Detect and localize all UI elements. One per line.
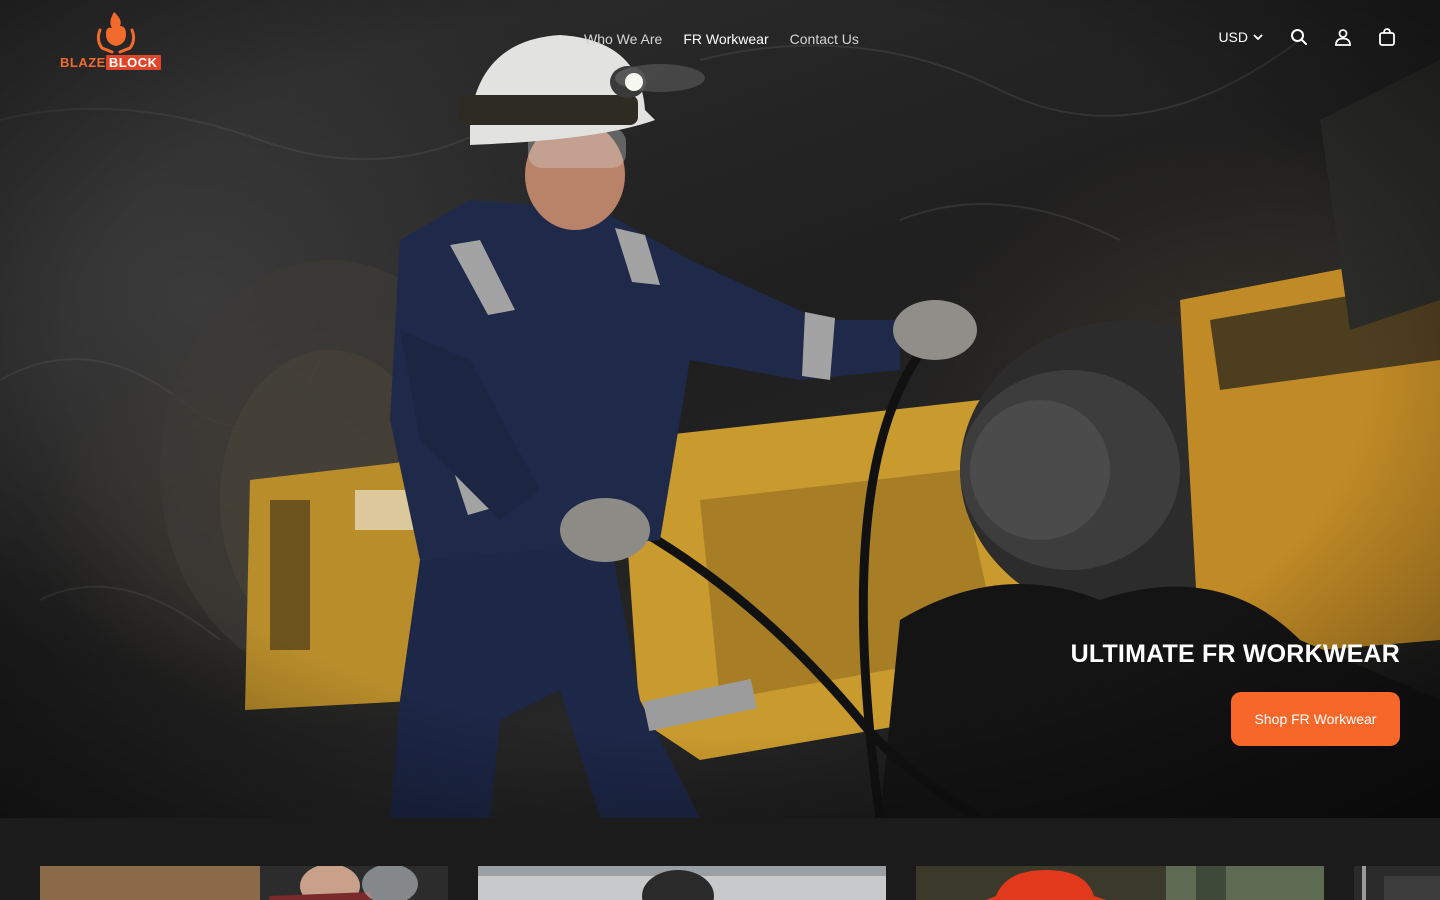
category-card-2[interactable] — [478, 866, 886, 900]
hero-image — [0, 0, 1440, 818]
nav-fr-workwear[interactable]: FR Workwear — [683, 31, 768, 47]
card-image — [1354, 866, 1440, 900]
main-nav: Who We Are FR Workwear Contact Us — [584, 31, 859, 47]
account-icon[interactable] — [1334, 28, 1352, 46]
brand-logo[interactable]: BLAZE BLOCK — [56, 10, 176, 76]
brand-name-part1: BLAZE — [60, 55, 106, 70]
card-image — [478, 866, 886, 900]
flame-hands-icon — [96, 12, 136, 54]
chevron-down-icon — [1252, 31, 1264, 43]
category-card-1[interactable] — [40, 866, 448, 900]
hero-banner: BLAZE BLOCK Who We Are FR Workwear Contac… — [0, 0, 1440, 818]
hero-title: ULTIMATE FR WORKWEAR — [1070, 640, 1400, 668]
category-card-4[interactable] — [1354, 866, 1440, 900]
search-icon[interactable] — [1290, 28, 1308, 46]
nav-who-we-are[interactable]: Who We Are — [584, 31, 662, 47]
cart-icon[interactable] — [1378, 28, 1396, 46]
category-cards — [0, 818, 1440, 900]
brand-name-part2: BLOCK — [105, 55, 161, 70]
card-image — [40, 866, 448, 900]
header-actions: USD — [1218, 28, 1396, 46]
currency-label: USD — [1218, 29, 1248, 45]
currency-selector[interactable]: USD — [1218, 29, 1264, 45]
shop-fr-workwear-button[interactable]: Shop FR Workwear — [1231, 692, 1400, 746]
card-image — [916, 866, 1324, 900]
category-card-3[interactable] — [916, 866, 1324, 900]
brand-wordmark: BLAZE BLOCK — [60, 55, 161, 70]
nav-contact-us[interactable]: Contact Us — [790, 31, 859, 47]
